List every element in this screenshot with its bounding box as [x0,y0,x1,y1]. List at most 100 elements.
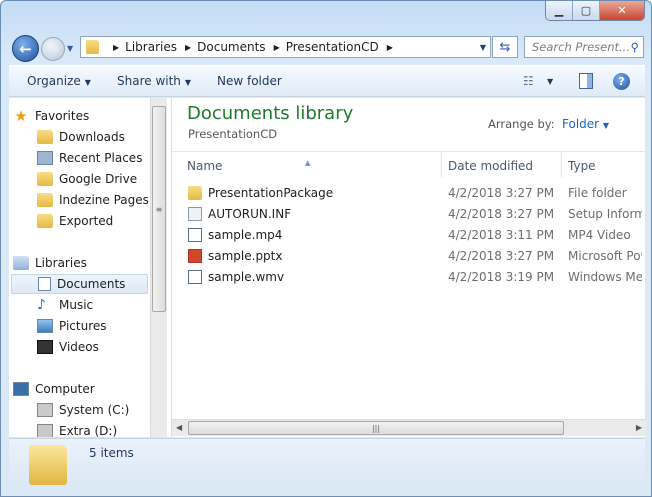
organize-label: Organize [27,74,81,88]
back-button[interactable]: ← [12,35,39,62]
sidebar-label: Google Drive [59,172,138,186]
view-options-icon[interactable]: ☷ [523,74,534,88]
sidebar-item-recent-places[interactable]: Recent Places [37,148,148,168]
sidebar-computer[interactable]: Computer [13,379,149,399]
organize-button[interactable]: Organize ▼ [27,74,91,88]
horizontal-scrollbar[interactable]: ◀ ||| ▶ [172,419,646,436]
folder-icon [86,40,99,54]
sidebar-label: Downloads [59,130,125,144]
sidebar-item-downloads[interactable]: Downloads [37,127,148,147]
arrange-by-value: Folder [562,117,600,131]
share-with-button[interactable]: Share with ▼ [117,74,191,88]
sidebar-label: Recent Places [59,151,143,165]
breadcrumb-presentationcd[interactable]: PresentationCD [286,40,379,54]
chevron-down-icon: ▼ [84,78,91,87]
search-input[interactable]: Search Present... ⚲ [524,36,644,58]
column-divider[interactable] [561,152,562,178]
sidebar-item-google-drive[interactable]: Google Drive [37,169,148,189]
chevron-down-icon[interactable]: ▼ [547,77,553,86]
sidebar-label: Music [59,298,94,312]
computer-icon [13,382,29,396]
scrollbar-thumb[interactable]: ||| [188,421,564,435]
help-icon[interactable]: ? [613,73,630,90]
file-name: AUTORUN.INF [208,207,292,221]
sidebar-item-music[interactable]: ♪ Music [37,295,148,315]
arrange-by-label: Arrange by: [488,117,555,131]
chevron-down-icon: ▼ [602,121,610,130]
breadcrumb-documents[interactable]: Documents [197,40,265,54]
forward-button[interactable]: → [41,36,65,61]
sidebar-item-system-c[interactable]: System (C:) [37,400,148,420]
navigation-pane: ★ Favorites Downloads Recent Places Googl… [9,98,150,437]
sidebar-item-exported[interactable]: Exported [37,211,148,231]
sidebar-label: Favorites [35,109,90,123]
explorer-window: ▁ ▢ ✕ ← → ▼ ▶ Libraries ▶ Documents ▶ Pr… [0,0,652,497]
library-title: Documents library [187,103,354,124]
settings-file-icon [188,207,202,221]
address-bar[interactable]: ▶ Libraries ▶ Documents ▶ PresentationCD… [80,36,491,58]
sidebar-favorites[interactable]: ★ Favorites [13,106,149,126]
sidebar-item-extra-d[interactable]: Extra (D:) [37,421,148,437]
item-count: 5 items [89,446,134,460]
new-folder-button[interactable]: New folder [217,74,282,88]
chevron-right-icon[interactable]: ▶ [113,43,119,52]
column-headers: ▲ Name Date modified Type [172,151,646,178]
file-date: 4/2/2018 3:27 PM [448,186,555,200]
sidebar-item-indezine-pages[interactable]: Indezine Pages [37,190,149,210]
sort-ascending-icon: ▲ [305,159,311,167]
column-header-date-modified[interactable]: Date modified [448,159,533,173]
sidebar-item-videos[interactable]: Videos [37,337,148,357]
sidebar-item-documents[interactable]: Documents [11,274,148,294]
file-type: File folder [568,186,627,200]
search-placeholder: Search Present... [532,40,630,54]
column-divider[interactable] [441,152,442,178]
file-type: Windows Media [568,270,642,284]
address-history-dropdown[interactable]: ▼ [480,43,486,52]
recent-pages-dropdown[interactable]: ▼ [67,44,73,53]
minimize-button[interactable]: ▁ [546,1,573,20]
chevron-right-icon[interactable]: ▶ [387,43,393,52]
sidebar-label: Extra (D:) [59,424,118,437]
file-row[interactable]: AUTORUN.INF 4/2/2018 3:27 PM Setup Informa… [182,204,642,224]
file-name: sample.wmv [208,270,285,284]
chevron-right-icon[interactable]: ▶ [185,43,191,52]
sidebar-item-pictures[interactable]: Pictures [37,316,148,336]
preview-pane-icon[interactable] [579,73,593,89]
share-with-label: Share with [117,74,181,88]
scroll-left-arrow[interactable]: ◀ [176,423,182,432]
downloads-folder-icon [37,130,53,144]
breadcrumb-libraries[interactable]: Libraries [125,40,177,54]
sidebar-libraries[interactable]: Libraries [13,253,149,273]
details-pane: 5 items [9,438,645,490]
file-name: sample.pptx [208,249,283,263]
refresh-button[interactable]: ⇆ [492,36,518,58]
sidebar-label: Documents [57,277,126,291]
column-header-name[interactable]: Name [187,159,222,173]
file-row[interactable]: sample.mp4 4/2/2018 3:11 PM MP4 Video [182,225,642,245]
sidebar-label: System (C:) [59,403,130,417]
column-header-type[interactable]: Type [568,159,596,173]
arrange-by-dropdown[interactable]: Folder ▼ [562,117,609,131]
folder-icon [37,214,53,228]
file-date: 4/2/2018 3:19 PM [448,270,555,284]
file-row[interactable]: sample.wmv 4/2/2018 3:19 PM Windows Media [182,267,642,287]
video-file-icon [188,270,202,284]
sidebar-label: Indezine Pages [59,193,149,207]
search-icon[interactable]: ⚲ [631,40,639,54]
file-date: 4/2/2018 3:11 PM [448,228,555,242]
close-button[interactable]: ✕ [600,1,644,20]
folder-icon [29,445,67,485]
video-file-icon [188,228,202,242]
drive-icon [37,424,53,437]
scroll-right-arrow[interactable]: ▶ [636,423,642,432]
scrollbar-thumb[interactable]: ≡ [152,106,166,312]
sidebar-scrollbar[interactable]: ≡ [150,98,167,437]
chevron-right-icon[interactable]: ▶ [274,43,280,52]
music-icon: ♪ [37,297,46,313]
file-name: PresentationPackage [208,186,334,200]
videos-icon [37,340,53,354]
file-row[interactable]: PresentationPackage 4/2/2018 3:27 PM File … [182,183,642,203]
maximize-button[interactable]: ▢ [573,1,600,20]
file-row[interactable]: sample.pptx 4/2/2018 3:27 PM Microsoft Pow… [182,246,642,266]
command-bar: Organize ▼ Share with ▼ New folder ☷ ▼ ? [9,65,645,97]
